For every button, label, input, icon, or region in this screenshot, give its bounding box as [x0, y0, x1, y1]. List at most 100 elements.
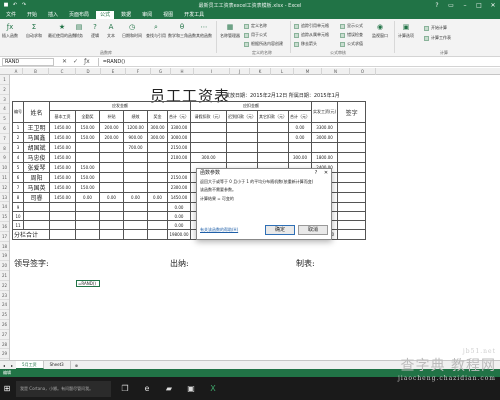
column-header[interactable]: D [76, 68, 101, 75]
column-header[interactable]: N [322, 68, 350, 75]
sign-cell[interactable] [337, 122, 367, 133]
help-icon[interactable]: ? [311, 169, 321, 178]
windows-start-icon[interactable]: ⊞ [0, 377, 14, 400]
cell[interactable]: 3000.00 [310, 132, 339, 143]
cell[interactable] [147, 211, 168, 221]
cell[interactable] [49, 202, 76, 212]
cell[interactable]: 3300.00 [167, 122, 191, 133]
cell[interactable]: 300.00 [288, 152, 312, 163]
cell[interactable] [75, 220, 100, 230]
column-header[interactable]: E [101, 68, 126, 75]
column-header[interactable]: J [230, 68, 250, 75]
cell[interactable] [99, 211, 124, 221]
name-manager-button[interactable]: ▦ 名称管理器 [220, 22, 240, 39]
row-seq[interactable]: 2 [12, 132, 24, 143]
cell[interactable] [257, 152, 289, 163]
cell[interactable] [99, 202, 124, 212]
employee-name[interactable]: 马忠俊 [23, 152, 50, 163]
cell[interactable] [147, 182, 168, 193]
cell[interactable]: 0.00 [123, 192, 148, 203]
sign-cell[interactable] [337, 142, 367, 153]
folder-icon[interactable]: ▰ [161, 381, 177, 397]
cell[interactable] [337, 229, 367, 240]
cell[interactable]: 1200.00 [123, 122, 148, 133]
close-icon[interactable]: ✕ [486, 0, 500, 10]
scroll-right-icon[interactable]: ▸ [8, 363, 16, 368]
cell[interactable]: 1450.00 [167, 192, 191, 203]
sign-cell[interactable] [337, 182, 367, 193]
maximize-icon[interactable]: □ [472, 0, 486, 10]
cell[interactable] [147, 220, 168, 230]
sign-cell[interactable] [337, 220, 367, 230]
save-icon[interactable]: ■ [3, 2, 9, 8]
tab-review[interactable]: 审阅 [138, 11, 156, 19]
math-button[interactable]: θ 数学和三角函数 [168, 22, 196, 39]
cell[interactable]: 2150.00 [167, 172, 191, 183]
cell[interactable] [190, 142, 227, 153]
cell[interactable] [75, 211, 100, 221]
cell[interactable] [123, 152, 148, 163]
row-header[interactable]: 2 [0, 85, 9, 95]
formula-input[interactable]: =RAND() [97, 57, 500, 66]
cell[interactable]: 700.00 [123, 142, 148, 153]
cell[interactable] [49, 220, 76, 230]
autosum-button[interactable]: Σ 自动求和 [26, 22, 42, 39]
cell[interactable]: 1450.00 [49, 172, 76, 183]
row-header[interactable]: 18 [0, 242, 9, 252]
cell[interactable]: 1450.00 [49, 122, 76, 133]
tab-data[interactable]: 数据 [117, 11, 135, 19]
cell[interactable] [226, 142, 258, 153]
column-header[interactable]: H [171, 68, 194, 75]
remove-arrows-button[interactable]: 移去箭头 [294, 41, 317, 47]
cell[interactable] [147, 152, 168, 163]
cell[interactable]: 150.00 [75, 132, 100, 143]
row-seq[interactable]: 5 [12, 162, 24, 173]
cell[interactable]: 200.00 [99, 132, 124, 143]
tab-formulas[interactable]: 公式 [96, 11, 115, 19]
sign-cell[interactable] [337, 162, 367, 173]
cell[interactable] [257, 122, 289, 133]
cell[interactable] [147, 162, 168, 173]
employee-name[interactable]: 马国英 [23, 182, 50, 193]
cell[interactable] [310, 142, 339, 153]
undo-icon[interactable]: ↶ [12, 2, 18, 8]
cell[interactable]: 1450.00 [49, 192, 76, 203]
cell[interactable] [147, 172, 168, 183]
row-seq[interactable]: 3 [12, 142, 24, 153]
subtotal-payable[interactable]: 19800.00 [167, 229, 191, 240]
row-header[interactable]: 6 [0, 124, 9, 134]
watch-window-button[interactable]: ◉ 监视窗口 [372, 22, 388, 39]
insert-function-button[interactable]: ƒx 插入函数 [2, 22, 18, 39]
tab-insert[interactable]: 插入 [44, 11, 62, 19]
row-header[interactable]: 27 [0, 330, 9, 340]
row-seq[interactable]: 7 [12, 182, 24, 193]
employee-name[interactable]: 司睿 [23, 192, 50, 203]
column-header[interactable]: G [151, 68, 171, 75]
row-header[interactable]: 3 [0, 95, 9, 105]
financial-button[interactable]: ▤ 财务 [74, 22, 84, 39]
row-header[interactable]: 19 [0, 251, 9, 262]
row-seq[interactable]: 4 [12, 152, 24, 163]
sign-cell[interactable] [337, 152, 367, 163]
cell[interactable]: 1450.00 [49, 142, 76, 153]
cell[interactable]: 150.00 [75, 122, 100, 133]
cell[interactable] [123, 182, 148, 193]
cell[interactable]: 2100.00 [167, 152, 191, 163]
sign-cell[interactable] [337, 202, 367, 212]
row-seq[interactable]: 9 [12, 202, 24, 212]
column-header[interactable]: O [350, 68, 376, 75]
row-header[interactable]: 15 [0, 212, 9, 222]
row-header[interactable]: 26 [0, 320, 9, 330]
tab-file[interactable]: 文件 [2, 11, 20, 19]
use-in-formula-button[interactable]: 用于公式 [244, 32, 267, 38]
cell[interactable]: 1450.00 [49, 182, 76, 193]
name-box[interactable]: RAND [2, 57, 54, 66]
cell[interactable] [99, 142, 124, 153]
column-header[interactable]: K [250, 68, 271, 75]
active-cell[interactable]: =RAND() [76, 280, 100, 287]
cell[interactable]: 0.00 [167, 202, 191, 212]
cell[interactable] [147, 142, 168, 153]
cell[interactable] [288, 142, 312, 153]
cell[interactable]: 300.00 [190, 152, 227, 163]
redo-icon[interactable]: ↷ [21, 2, 27, 8]
